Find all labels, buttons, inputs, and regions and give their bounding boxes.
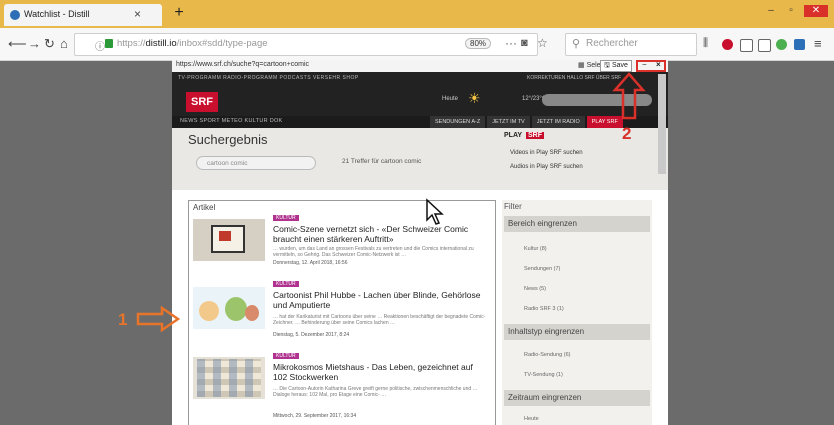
pocket-icon[interactable]: ◙ <box>521 37 528 49</box>
bookmark-star-icon[interactable]: ☆ <box>537 36 548 50</box>
search-placeholder: Rechercher <box>586 38 638 49</box>
selector-url: https://www.srf.ch/suche?q=cartoon+comic <box>176 61 310 68</box>
article-thumbnail[interactable] <box>193 357 265 399</box>
distill-favicon-icon <box>10 10 20 20</box>
weather-label: Heute <box>442 96 459 102</box>
new-tab-button[interactable]: + <box>170 4 188 24</box>
extension-icon[interactable] <box>776 39 787 50</box>
tab-watchlist[interactable]: Watchlist - Distill × <box>4 4 162 26</box>
filter-item[interactable]: News (5) <box>524 286 546 292</box>
page-actions-icon[interactable]: ··· <box>505 36 517 50</box>
url-text: https://distill.io/inbox#sdd/type-page <box>117 38 268 49</box>
filter-section-inhaltstyp[interactable]: Inhaltstyp eingrenzen <box>504 324 650 340</box>
reload-icon[interactable]: ↻ <box>44 36 55 52</box>
filter-item[interactable]: Sendungen (7) <box>524 266 560 272</box>
lock-icon <box>105 39 113 48</box>
srf-logo[interactable]: SRF <box>186 92 218 112</box>
up-arrow-icon <box>612 72 646 120</box>
menu-icon[interactable]: ≡ <box>814 36 822 51</box>
search-icon: ⚲ <box>572 38 581 50</box>
distill-icon[interactable] <box>794 39 805 50</box>
category-badge: KULTUR <box>273 215 299 221</box>
filter-item[interactable]: Radio SRF 3 (1) <box>524 306 564 312</box>
nav-sendungen[interactable]: SENDUNGEN A-Z <box>430 116 486 128</box>
scrollbar-thumb[interactable] <box>658 74 666 174</box>
nav-jetzt-tv[interactable]: JETZT IM TV <box>487 116 530 128</box>
articles-header: Artikel <box>193 203 216 212</box>
library-icon[interactable]: ⫼ <box>703 37 708 50</box>
home-icon[interactable]: ⌂ <box>60 36 68 51</box>
close-window-button[interactable]: ✕ <box>804 5 828 17</box>
window-controls: ‒ ▫ ✕ <box>764 5 828 17</box>
article-title[interactable]: Cartoonist Phil Hubbe - Lachen über Blin… <box>273 290 487 310</box>
srf-nav-left[interactable]: NEWS SPORT METEO KULTUR DOK <box>180 118 283 124</box>
tab-title: Watchlist - Distill <box>24 9 90 19</box>
right-arrow-icon <box>136 306 180 332</box>
ublock-icon[interactable] <box>722 39 733 50</box>
filter-item[interactable]: Radio-Sendung (6) <box>524 352 570 358</box>
search-results-header: Suchergebnis cartoon comic 21 Treffer fü… <box>172 128 668 190</box>
srf-nav: NEWS SPORT METEO KULTUR DOK SENDUNGEN A-… <box>172 116 668 128</box>
url-bar[interactable]: ⓘ https://distill.io/inbox#sdd/type-page… <box>74 33 548 56</box>
mouse-cursor-icon <box>426 198 444 225</box>
article-thumbnail[interactable] <box>193 287 265 329</box>
search-box[interactable]: ⚲ Rechercher <box>565 33 697 56</box>
filter-item[interactable]: Kultur (8) <box>524 246 547 252</box>
page-title: Suchergebnis <box>188 132 268 147</box>
filter-item[interactable]: TV-Sendung (1) <box>524 372 563 378</box>
audios-link[interactable]: Audios in Play SRF suchen <box>510 164 583 170</box>
category-badge: KULTUR <box>273 281 299 287</box>
filter-section-zeitraum[interactable]: Zeitraum eingrenzen <box>504 390 650 406</box>
play-srf-logo: PLAY SRF <box>504 132 544 139</box>
article-date: Donnerstag, 12. April 2018, 16:56 <box>273 260 348 266</box>
article-date: Dienstag, 5. Dezember 2017, 8:24 <box>273 332 350 338</box>
weather-icon: ☀ <box>468 90 481 106</box>
article-snippet: … hat der Karikaturist mit Cartoons über… <box>273 314 486 326</box>
srf-nav-right: SENDUNGEN A-Z JETZT IM TV JETZT IM RADIO… <box>428 116 623 128</box>
articles-panel: Artikel KULTUR Comic-Szene vernetzt sich… <box>188 200 496 425</box>
browser-tab-bar: Watchlist - Distill × + ‒ ▫ ✕ <box>0 0 834 28</box>
srf-top-links[interactable]: TV-PROGRAMM RADIO-PROGRAMM PODCASTS VERS… <box>178 75 359 81</box>
category-badge: KULTUR <box>273 353 299 359</box>
maximize-button[interactable]: ▫ <box>784 5 798 17</box>
filter-panel: Filter Bereich eingrenzen Kultur (8) Sen… <box>502 200 652 425</box>
nav-jetzt-radio[interactable]: JETZT IM RADIO <box>531 116 585 128</box>
embedded-page-frame: https://www.srf.ch/suche?q=cartoon+comic… <box>172 60 668 425</box>
filter-header: Filter <box>504 202 522 211</box>
article-title[interactable]: Comic-Szene vernetzt sich - «Der Schweiz… <box>273 224 487 244</box>
article-item[interactable]: KULTUR Mikrokosmos Mietshaus - Das Leben… <box>191 353 491 425</box>
filter-section-bereich[interactable]: Bereich eingrenzen <box>504 216 650 232</box>
filter-item[interactable]: Heute <box>524 416 539 422</box>
reader-icon[interactable] <box>758 39 771 52</box>
videos-link[interactable]: Videos in Play SRF suchen <box>510 150 583 156</box>
back-icon[interactable]: ⟵ <box>8 36 27 52</box>
article-date: Mittwoch, 29. September 2017, 16:34 <box>273 413 357 419</box>
save-highlight-box <box>636 60 666 72</box>
article-snippet: … wurden, um das Land an grossen Festiva… <box>273 246 474 258</box>
srf-top-right-links[interactable]: KORREKTUREN HALLO SRF ÜBER SRF <box>527 75 621 81</box>
srf-query-input[interactable]: cartoon comic <box>196 156 316 170</box>
article-title[interactable]: Mikrokosmos Mietshaus - Das Leben, gezei… <box>273 362 487 382</box>
tab-close-icon[interactable]: × <box>134 7 141 21</box>
result-count: 21 Treffer für cartoon comic <box>342 158 422 165</box>
article-snippet: … Die Cartoon-Autorin Katharina Greve gr… <box>273 386 478 398</box>
site-info-icon[interactable]: ⓘ <box>95 38 105 53</box>
save-button[interactable]: 🖫 Save <box>600 60 632 72</box>
step-2-label: 2 <box>622 124 632 143</box>
forward-icon[interactable]: → <box>28 36 41 51</box>
article-item[interactable]: KULTUR Cartoonist Phil Hubbe - Lachen üb… <box>191 281 491 345</box>
zoom-level[interactable]: 80% <box>465 38 492 49</box>
minimize-button[interactable]: ‒ <box>764 5 778 17</box>
step-1-label: 1 <box>118 310 128 329</box>
sidebar-icon[interactable] <box>740 39 753 52</box>
navigation-bar: ⟵ → ↻ ⌂ ⓘ https://distill.io/inbox#sdd/t… <box>0 28 834 61</box>
srf-header: TV-PROGRAMM RADIO-PROGRAMM PODCASTS VERS… <box>172 72 668 128</box>
article-thumbnail[interactable] <box>193 219 265 261</box>
